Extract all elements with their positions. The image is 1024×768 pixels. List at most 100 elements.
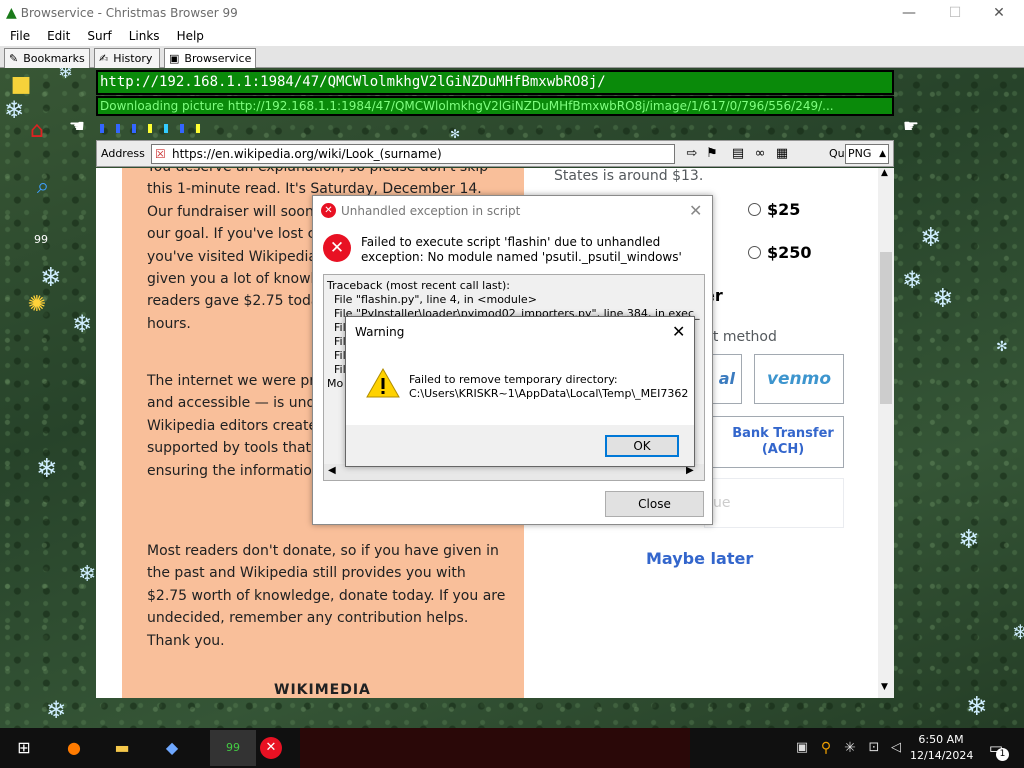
close-button[interactable]: Close <box>605 491 704 517</box>
bank-transfer-button[interactable]: Bank Transfer (ACH) <box>704 416 844 468</box>
error-taskbar-icon[interactable]: ✕ <box>260 737 282 759</box>
tab-browservice[interactable]: ▣ Browservice <box>164 48 256 68</box>
method-label: nt method <box>704 329 777 345</box>
radio-icon <box>748 246 761 259</box>
snowflake-icon: ✻ <box>996 339 1008 355</box>
ok-button[interactable]: OK <box>605 435 679 457</box>
snowflake-icon: ❄ <box>72 310 93 338</box>
firefox-icon[interactable]: ● <box>62 736 86 760</box>
pointing-hand-icon: ☛ <box>902 116 920 137</box>
maximize-icon[interactable]: ☐ <box>932 0 978 26</box>
snowflake-icon: ❄ <box>902 266 923 294</box>
address-label: Address <box>101 147 145 160</box>
christmas-browser-taskbar-icon[interactable]: 99 <box>210 730 256 766</box>
scroll-down-icon[interactable]: ▼ <box>881 682 888 692</box>
snowflake-icon: ❄ <box>46 696 67 724</box>
clock[interactable]: 6:50 AM 12/14/2024 <box>910 732 974 764</box>
para-3: Most readers don't donate, so if you hav… <box>147 543 506 649</box>
traceback-line: Mo <box>327 377 344 390</box>
go-icon[interactable]: ⇨ <box>683 145 701 163</box>
minimize-icon[interactable]: — <box>886 0 932 26</box>
warning-dialog: Warning ✕ Failed to remove temporary dir… <box>345 316 695 467</box>
window-title: Browservice - Christmas Browser 99 <box>20 6 238 20</box>
clock-date: 12/14/2024 <box>910 749 974 762</box>
error-icon: ✕ <box>323 234 351 262</box>
right-top-text: States is around $13. <box>554 168 704 184</box>
search-icon[interactable]: ⌕ <box>28 172 58 202</box>
error-small-icon: ✕ <box>321 203 336 218</box>
snowflake-icon: ❄ <box>36 454 58 484</box>
menu-links[interactable]: Links <box>129 29 160 43</box>
address-value: https://en.wikipedia.org/wiki/Look_(surn… <box>172 147 442 161</box>
paypal-label: al <box>718 369 735 388</box>
save-icon[interactable]: ▤ <box>729 145 747 163</box>
bookmark-flag-icon[interactable]: ⚑ <box>703 145 721 163</box>
taskbar: ⊞ ● ▬ ◆ 99 ✕ ▣ ⚲ ✳ ⊡ ◁ 6:50 AM 12/14/202… <box>0 728 1024 768</box>
menu-file[interactable]: File <box>10 29 30 43</box>
bookmark-icon: ✎ <box>9 52 19 65</box>
tree-badge-icon[interactable]: 99 <box>26 222 56 252</box>
tray-search-icon[interactable]: ⚲ <box>814 736 838 760</box>
tab-history[interactable]: ✍ History <box>94 48 160 68</box>
venmo-button[interactable]: venmo <box>754 354 844 404</box>
maybe-later-link[interactable]: Maybe later <box>646 549 753 568</box>
file-explorer-icon[interactable]: ▬ <box>110 736 134 760</box>
amount-250[interactable]: $250 <box>748 243 812 262</box>
error-message: Failed to execute script 'flashin' due t… <box>361 235 682 264</box>
address-input[interactable]: ☒ https://en.wikipedia.org/wiki/Look_(su… <box>151 144 675 164</box>
tab-label: History <box>113 52 153 65</box>
menu-surf[interactable]: Surf <box>87 29 111 43</box>
tab-label: Bookmarks <box>23 52 85 65</box>
sun-icon[interactable]: ✺ <box>22 290 52 320</box>
continue-button[interactable]: ue <box>704 478 844 528</box>
badge-text: 99 <box>34 233 48 246</box>
quality-value: PNG <box>848 147 872 160</box>
scroll-left-icon[interactable]: ◀ <box>328 465 336 476</box>
amount-label: $25 <box>767 200 801 219</box>
close-icon[interactable]: ✕ <box>976 0 1022 26</box>
taskbar-badge: 99 <box>226 741 240 754</box>
amount-25[interactable]: $25 <box>748 200 800 219</box>
venmo-label: venmo <box>766 369 832 389</box>
clipboard-icon[interactable]: ▦ <box>773 145 791 163</box>
scroll-up-icon[interactable]: ▲ <box>881 168 888 178</box>
error-dialog-title: Unhandled exception in script <box>341 204 521 218</box>
binoculars-icon[interactable]: ∞ <box>751 145 769 163</box>
windows-start-icon[interactable]: ⊞ <box>12 736 36 760</box>
amount-label: $250 <box>767 243 812 262</box>
tray-tool-icon[interactable]: ✳ <box>838 736 862 760</box>
snowflake-icon: ❄ <box>40 263 62 293</box>
warning-path: C:\Users\KRISKR~1\AppData\Local\Temp\_ME… <box>409 387 689 400</box>
menu-help[interactable]: Help <box>177 29 204 43</box>
quality-select[interactable]: PNG ▲ <box>845 144 889 164</box>
home-icon[interactable]: ⌂ <box>22 116 52 146</box>
snowflake-icon: ❄ <box>1012 620 1024 644</box>
dialog-close-icon[interactable]: ✕ <box>672 322 685 341</box>
page-scrollbar[interactable]: ▲ ▼ <box>878 168 894 698</box>
app-icon[interactable]: ◆ <box>160 736 184 760</box>
close-label: Close <box>638 497 671 511</box>
traceback-line: File "flashin.py", line 4, in <module> <box>327 293 537 306</box>
dialog-close-icon[interactable]: ✕ <box>689 201 702 220</box>
network-icon[interactable]: ⊡ <box>862 736 886 760</box>
snowflake-icon: ❄ <box>78 562 97 587</box>
scroll-thumb[interactable] <box>880 252 892 404</box>
download-status: Downloading picture http://192.168.1.1:1… <box>96 96 894 116</box>
tab-bar: ✎ Bookmarks ✍ History ▣ Browservice <box>0 46 1024 68</box>
christmas-lights <box>96 121 894 135</box>
address-toolbar: Address ☒ https://en.wikipedia.org/wiki/… <box>96 140 894 167</box>
folder-icon[interactable]: ■ <box>6 70 36 100</box>
tray-icon[interactable]: ▣ <box>790 736 814 760</box>
snowflake-icon: ❄ <box>920 223 942 253</box>
tree-icon: ▲ <box>6 5 17 21</box>
tab-bookmarks[interactable]: ✎ Bookmarks <box>4 48 90 68</box>
menu-edit[interactable]: Edit <box>47 29 70 43</box>
continue-label: ue <box>713 495 731 511</box>
tab-label: Browservice <box>184 52 252 65</box>
taskbar-wallpaper-strip <box>300 728 690 768</box>
url-bar[interactable]: http://192.168.1.1:1984/47/QMCWlolmkhgV2… <box>96 70 894 95</box>
notification-count: 1 <box>996 748 1009 761</box>
volume-icon[interactable]: ◁ <box>884 736 908 760</box>
history-icon: ✍ <box>99 52 109 65</box>
warning-dialog-title: Warning <box>355 325 405 339</box>
